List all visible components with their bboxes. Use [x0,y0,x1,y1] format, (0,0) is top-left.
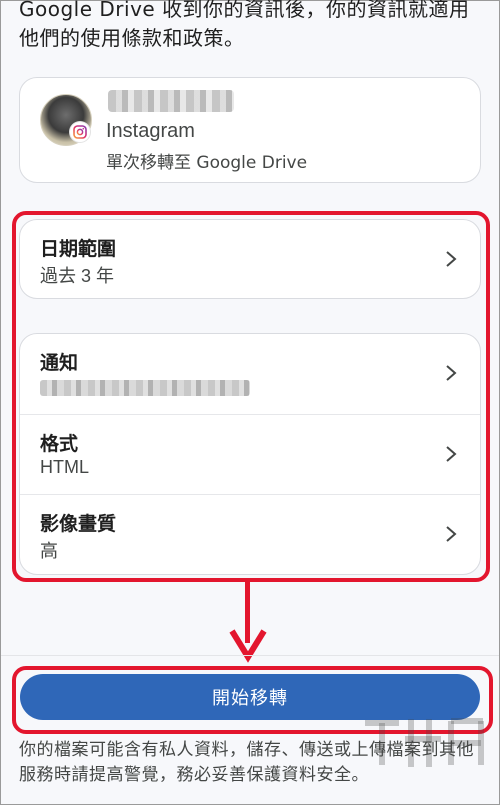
date-range-row[interactable]: 日期範圍 過去 3 年 [20,220,480,298]
source-account-card: Instagram 單次移轉至 Google Drive [19,77,481,183]
notification-email-redacted [40,380,250,396]
arrow-down-icon [229,629,267,663]
format-row[interactable]: 格式 HTML [20,414,480,495]
divider [1,655,499,656]
image-quality-label: 影像畫質 [40,513,117,535]
watermark-logo [359,709,489,789]
account-name-redacted [108,90,234,112]
source-subtitle: 單次移轉至 Google Drive [106,153,308,173]
source-service-name: Instagram [106,120,195,142]
notification-row[interactable]: 通知 [20,334,480,414]
format-label: 格式 [40,433,79,455]
date-range-value: 過去 3 年 [40,266,115,286]
chevron-right-icon [446,365,457,381]
chevron-right-icon [446,526,457,542]
instagram-icon [70,122,90,142]
image-quality-value: 高 [40,541,58,561]
date-range-card: 日期範圍 過去 3 年 [19,219,481,299]
notification-label: 通知 [40,352,79,374]
format-value: HTML [40,457,89,477]
transfer-options-card: 通知 格式 HTML 影像畫質 高 [19,333,481,575]
image-quality-row[interactable]: 影像畫質 高 [20,494,480,574]
chevron-right-icon [446,446,457,462]
intro-text: Google Drive 收到你的資訊後，你的資訊就適用他們的使用條款和政策。 [19,0,470,50]
chevron-right-icon [446,251,457,267]
date-range-label: 日期範圍 [40,238,117,260]
screen: Google Drive 收到你的資訊後，你的資訊就適用他們的使用條款和政策。 … [0,0,500,805]
